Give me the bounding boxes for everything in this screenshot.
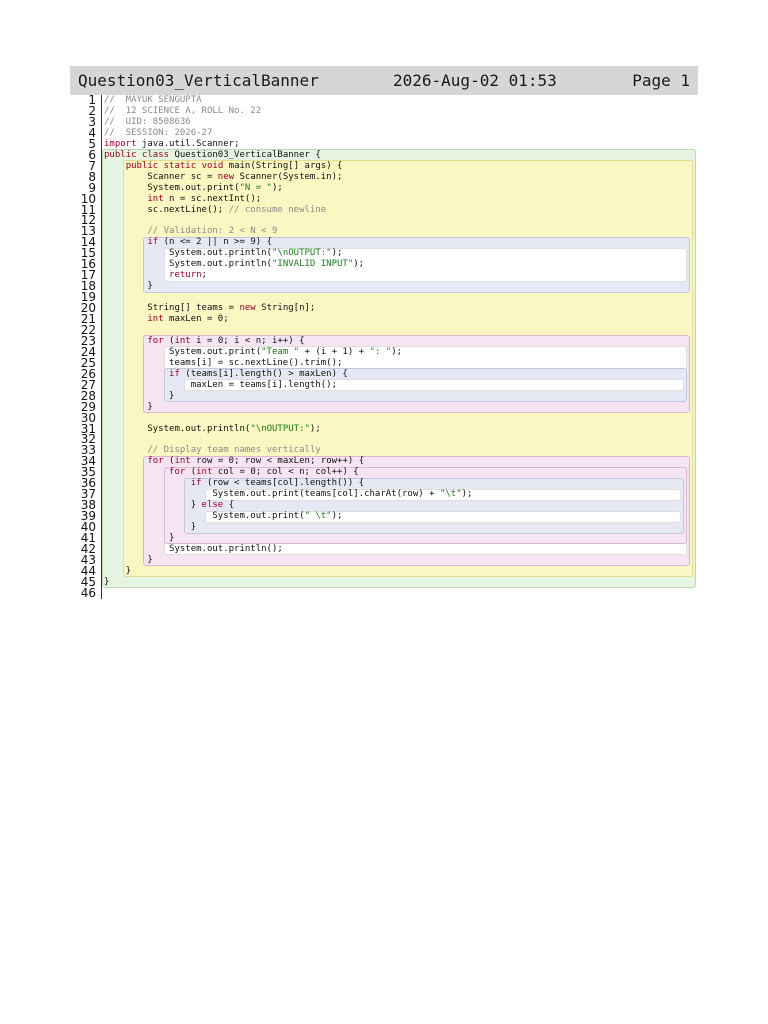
page-header: Question03_VerticalBanner 2026-Aug-02 01…: [70, 66, 698, 95]
code-line: int n = sc.nextInt();: [147, 193, 262, 204]
code-line: if (row < teams[col].length()) {: [190, 478, 365, 489]
code-line: System.out.print(teams[col].charAt(row) …: [104, 489, 473, 500]
code-line: System.out.println();: [104, 543, 283, 554]
code-line: System.out.print(" \t");: [104, 511, 343, 522]
code-line: } else {: [104, 500, 235, 511]
code-line: }: [104, 554, 153, 565]
code-line: // MAYUK SENGUPTA: [104, 95, 202, 105]
code-line: // Display team names vertically: [147, 445, 321, 456]
code-line: teams[i] = sc.nextLine().trim();: [104, 357, 343, 368]
code-line: }: [104, 522, 197, 533]
line-number: 46: [80, 585, 96, 600]
code-line: int maxLen = 0;: [147, 314, 229, 324]
code-line: sc.nextLine(); // consume newline: [104, 204, 327, 215]
code-line: System.out.println("INVALID INPUT");: [104, 259, 365, 270]
code-listing: 1// MAYUK SENGUPTA 2// 12 SCIENCE A, ROLL…: [70, 94, 698, 600]
code-line: if (teams[i].length() > maxLen) {: [169, 368, 348, 379]
code-line: }: [104, 390, 175, 401]
code-line: }: [104, 533, 175, 543]
code-line: }: [104, 281, 153, 292]
code-line: System.out.println("\nOUTPUT:");: [104, 423, 321, 434]
code-line: maxLen = teams[i].length();: [104, 379, 337, 390]
code-line: System.out.print("Team " + (i + 1) + ": …: [104, 346, 403, 357]
code-line: // Validation: 2 < N < 9: [147, 226, 278, 237]
code-line: public class Question03_VerticalBanner {: [104, 149, 321, 160]
code-line: }: [104, 401, 153, 412]
code-line: import java.util.Scanner;: [104, 138, 240, 149]
code-line: for (int i = 0; i < n; i++) {: [147, 335, 305, 346]
code-line: System.out.println("\nOUTPUT:");: [104, 248, 343, 259]
code-line: return;: [169, 270, 207, 281]
code-line: }: [104, 565, 132, 576]
code-line: public static void main(String[] args) {: [125, 160, 343, 171]
code-line: }: [104, 576, 110, 587]
code-line: for (int row = 0; row < maxLen; row++) {: [147, 456, 365, 467]
code-line: Scanner sc = new Scanner(System.in);: [104, 171, 343, 182]
file-name: Question03_VerticalBanner: [78, 71, 319, 90]
print-datetime: 2026-Aug-02 01:53: [393, 71, 557, 90]
code-line: // SESSION: 2026-27: [104, 127, 213, 138]
code-line: System.out.print("N = ");: [104, 182, 283, 193]
code-line: if (n <= 2 || n >= 9) {: [147, 237, 272, 248]
page-number: Page 1: [632, 71, 690, 90]
code-line: for (int col = 0; col < n; col++) {: [169, 467, 359, 478]
code-line: // 12 SCIENCE A, ROLL No. 22: [104, 105, 262, 116]
code-line: // UID: 8508636: [104, 116, 191, 127]
code-line: String[] teams = new String[n];: [104, 303, 316, 314]
